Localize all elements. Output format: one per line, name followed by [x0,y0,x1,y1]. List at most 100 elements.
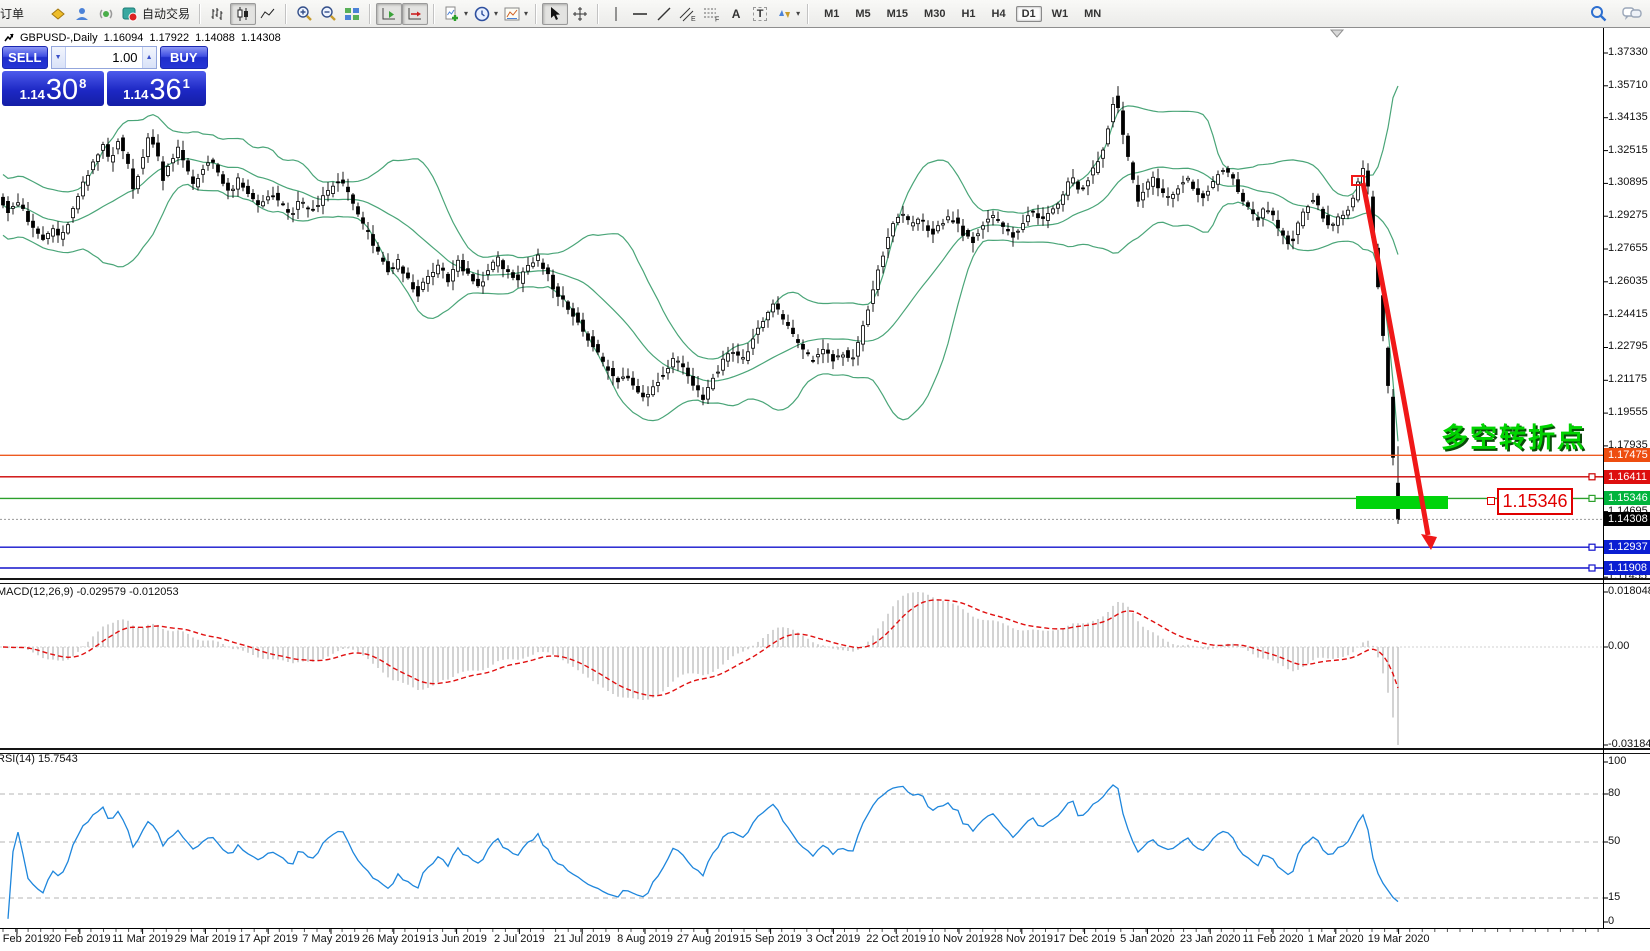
candle [1292,239,1295,241]
candle [1252,210,1255,214]
candle [1107,129,1110,144]
ohlc-low: 1.14088 [195,32,235,44]
candle [1097,162,1100,173]
candle [317,206,320,207]
price-axis-label: 1.37330 [1608,46,1648,58]
candle [1337,217,1340,225]
candle [997,220,1000,221]
price-tag-anchor-handle[interactable] [1487,497,1495,505]
candle [167,166,170,175]
turning-point-annotation[interactable]: 多空转折点 [1441,416,1586,455]
candle [472,275,475,281]
candle [1367,171,1370,186]
candle [522,272,525,283]
sell-price-display[interactable]: 1.14 30 8 [2,71,104,106]
candle [452,270,455,282]
candle [822,350,825,354]
candle [1287,236,1290,244]
candle [517,275,520,280]
candle [897,217,900,222]
buy-button[interactable]: BUY [160,46,208,69]
price-axis-label: 1.30895 [1608,176,1648,188]
candle [2,197,5,205]
candle [1317,196,1320,205]
candle [932,229,935,234]
chart-shift-marker[interactable] [1331,30,1343,37]
volume-increase-button[interactable]: ▲ [142,47,156,68]
pane-separator[interactable] [0,748,1650,754]
candle [212,160,215,162]
pane-separator[interactable] [0,578,1650,584]
candle [437,265,440,274]
candle [767,312,770,319]
candle [142,158,145,169]
line-endpoint-handle[interactable] [1589,495,1595,501]
line-endpoint-handle[interactable] [1589,474,1595,480]
bollinger-middle-band[interactable] [3,159,1398,381]
candle [1282,231,1285,235]
line-endpoint-handle[interactable] [1589,544,1595,550]
price-axis-label: 1.22795 [1608,340,1648,352]
price-axis-label: 1.24415 [1608,308,1648,320]
chart-title: GBPUSD-,Daily [20,32,98,44]
candle [57,229,60,235]
bollinger-upper-band[interactable] [3,86,1398,359]
candle [772,304,775,312]
red-trend-arrow[interactable] [1363,183,1428,535]
candle [112,156,115,163]
time-axis-line[interactable] [0,928,1650,929]
candle [632,378,635,385]
candle [417,287,420,297]
green-highlight-rect[interactable] [1356,496,1448,509]
candle [1327,216,1330,225]
candle [752,339,755,348]
line-endpoint-handle[interactable] [1589,565,1595,571]
macd-signal-line [3,600,1398,696]
candle [1212,182,1215,188]
candle [307,208,310,209]
candle [502,261,505,269]
candle [1207,191,1210,195]
candle [382,258,385,261]
date-axis-label: 7 May 2019 [302,933,359,945]
price-tag-label[interactable]: 1.15346 [1497,488,1573,515]
candle [1067,182,1070,195]
candle [1057,204,1060,208]
price-tag-axis-label: 1.12937 [1604,540,1650,554]
bollinger-lower-band[interactable] [3,184,1398,441]
candle [207,163,210,165]
candle [1257,218,1260,220]
volume-decrease-button[interactable]: ▼ [52,47,66,68]
candle [447,274,450,282]
date-axis-label: 19 Mar 2020 [1368,933,1430,945]
candle [1297,223,1300,235]
volume-input[interactable] [66,47,142,68]
macd-histogram [3,592,1398,745]
buy-price-display[interactable]: 1.14 36 1 [107,71,206,106]
date-axis-label: 22 Oct 2019 [866,933,926,945]
candle [592,337,595,347]
symbol-header: GBPUSD-,Daily 1.16094 1.17922 1.14088 1.… [4,32,281,44]
sell-button[interactable]: SELL [2,46,48,69]
candle [27,211,30,221]
date-axis-label: 5 Jan 2020 [1120,933,1174,945]
candle [812,360,815,361]
candle [1307,207,1310,213]
candle [1242,193,1245,201]
candle [962,226,965,235]
candle [1182,183,1185,184]
candle [662,375,665,376]
chart-area[interactable]: GBPUSD-,Daily 1.16094 1.17922 1.14088 1.… [0,28,1650,951]
ohlc-high: 1.17922 [149,32,189,44]
candle [577,313,580,322]
candle [732,353,735,354]
candle [492,262,495,269]
candle [247,186,250,193]
candle [612,368,615,375]
ohlc-open: 1.16094 [104,32,144,44]
candle [622,377,625,378]
date-axis-label: 28 Nov 2019 [991,933,1053,945]
candle [92,162,95,170]
candle [302,202,305,203]
candle [967,230,970,236]
